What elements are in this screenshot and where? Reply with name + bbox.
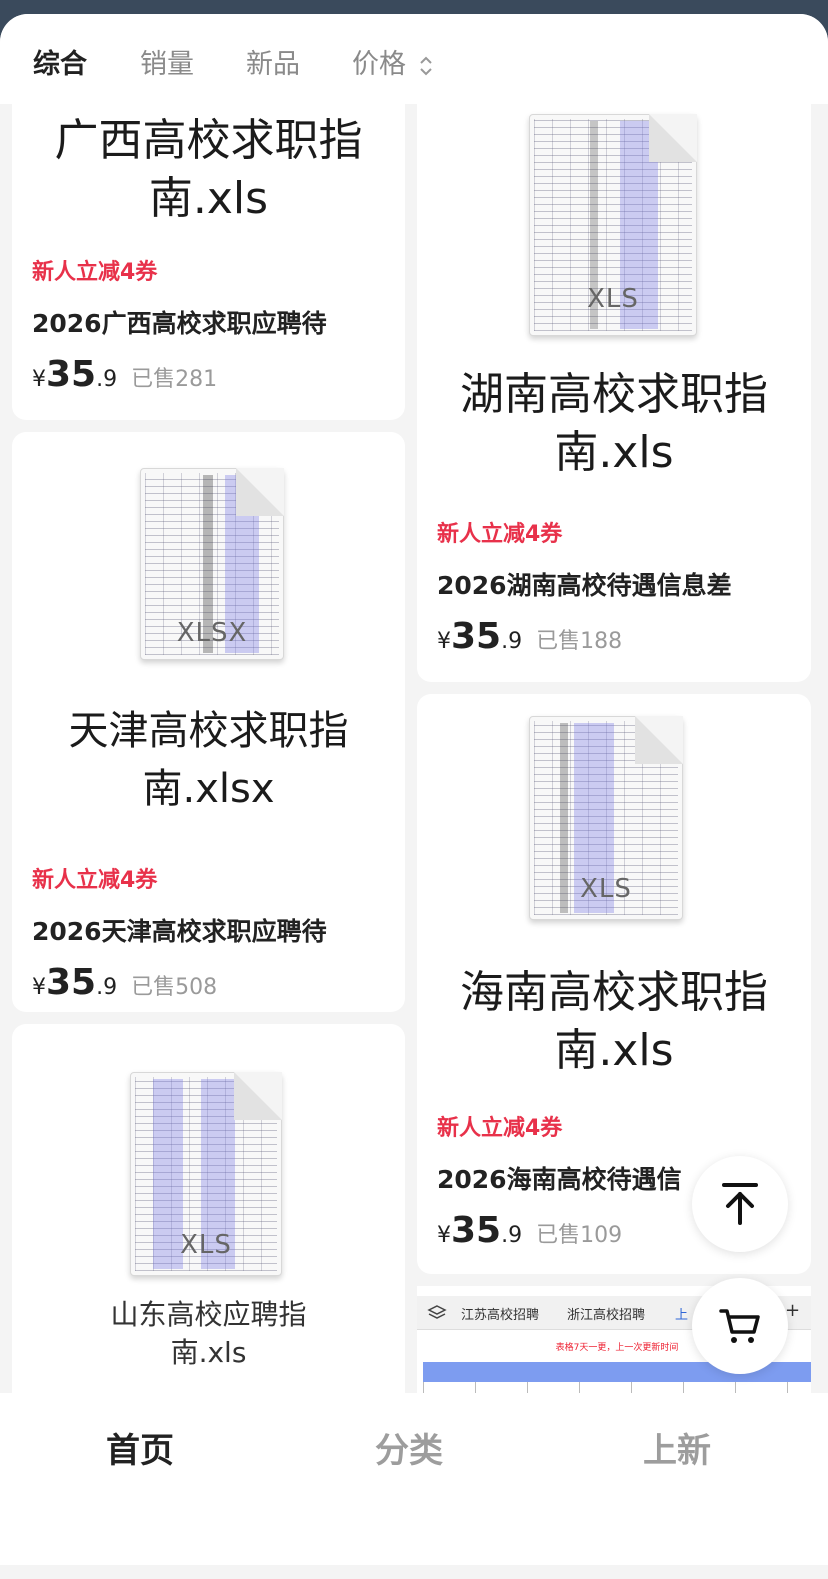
image-title-line2: 南.xls bbox=[554, 427, 674, 478]
sort-comprehensive[interactable]: 综合 bbox=[33, 42, 87, 81]
xls-file-thumbnail: XLS bbox=[130, 1072, 282, 1276]
price-decimal: .9 bbox=[96, 975, 118, 1000]
sort-price-label: 价格 bbox=[352, 49, 406, 80]
sort-price[interactable]: 价格 bbox=[352, 42, 433, 81]
cart-button[interactable] bbox=[692, 1278, 788, 1374]
price-row: ¥35.9 已售109 bbox=[437, 1210, 622, 1251]
sold-count: 已售188 bbox=[536, 629, 623, 654]
back-to-top-button[interactable] bbox=[692, 1156, 788, 1252]
sold-count: 已售109 bbox=[536, 1223, 623, 1248]
price-row: ¥35.9 已售188 bbox=[437, 616, 622, 657]
product-image-title: 山东高校应聘指 南.xls bbox=[12, 1296, 405, 1372]
nav-home[interactable]: 首页 bbox=[106, 1423, 174, 1472]
product-name: 2026湖南高校待遇信息差 bbox=[437, 571, 732, 600]
price-integer: 35 bbox=[46, 354, 97, 395]
price-integer: 35 bbox=[451, 1210, 502, 1251]
price-row: ¥35.9 已售508 bbox=[32, 962, 217, 1003]
layers-icon bbox=[427, 1305, 447, 1319]
cart-icon bbox=[719, 1309, 760, 1343]
coupon-badge: 新人立减4券 bbox=[437, 1116, 563, 1141]
image-title-line1: 海南高校求职指 bbox=[460, 967, 768, 1018]
nav-new[interactable]: 上新 bbox=[643, 1423, 711, 1472]
product-image-title: 海南高校求职指 南.xls bbox=[417, 964, 811, 1080]
product-name: 2026广西高校求职应聘待 bbox=[32, 309, 327, 338]
product-image-title: 湖南高校求职指 南.xls bbox=[417, 366, 811, 482]
file-ext-label: XLS bbox=[580, 874, 632, 904]
product-card[interactable]: XLS 湖南高校求职指 南.xls 新人立减4券 2026湖南高校待遇信息差 ¥… bbox=[417, 84, 811, 682]
product-name: 2026天津高校求职应聘待 bbox=[32, 917, 327, 946]
coupon-badge: 新人立减4券 bbox=[437, 522, 563, 547]
product-image-title: 天津高校求职指 南.xlsx bbox=[12, 702, 405, 818]
price-decimal: .9 bbox=[501, 1223, 523, 1248]
price-currency: ¥ bbox=[32, 367, 46, 392]
sheet-tab[interactable]: 浙江高校招聘 bbox=[567, 1304, 645, 1323]
image-title-line2: 南.xls bbox=[170, 1336, 247, 1369]
image-title-line1: 山东高校应聘指 bbox=[110, 1298, 307, 1331]
sort-bar: 综合 销量 新品 价格 bbox=[0, 14, 828, 104]
sold-count: 已售508 bbox=[131, 975, 218, 1000]
coupon-badge: 新人立减4券 bbox=[32, 868, 158, 893]
price-decimal: .9 bbox=[501, 629, 523, 654]
price-currency: ¥ bbox=[437, 629, 451, 654]
image-title-line2: 南.xlsx bbox=[142, 766, 275, 812]
arrow-up-to-top-icon bbox=[722, 1183, 758, 1225]
sheet-tab[interactable]: 上 bbox=[675, 1304, 688, 1323]
sort-new[interactable]: 新品 bbox=[246, 42, 300, 81]
bottom-nav: 首页 分类 上新 bbox=[0, 1393, 828, 1565]
image-title-line1: 湖南高校求职指 bbox=[460, 369, 768, 420]
image-title-line1: 天津高校求职指 bbox=[68, 708, 349, 754]
coupon-badge: 新人立减4券 bbox=[32, 260, 158, 285]
product-card[interactable]: 广西高校求职指 南.xls 新人立减4券 2026广西高校求职应聘待 ¥35.9… bbox=[12, 84, 405, 420]
product-card[interactable]: XLS 山东高校应聘指 南.xls bbox=[12, 1024, 405, 1424]
nav-category[interactable]: 分类 bbox=[375, 1423, 443, 1472]
file-ext-label: XLS bbox=[587, 284, 639, 314]
image-title-line2: 南.xls bbox=[148, 173, 269, 224]
image-title-line1: 广西高校求职指 bbox=[54, 115, 363, 166]
product-name: 2026海南高校待遇信 bbox=[437, 1165, 682, 1194]
xlsx-file-thumbnail: XLSX bbox=[140, 468, 284, 660]
product-card[interactable]: XLSX 天津高校求职指 南.xlsx 新人立减4券 2026天津高校求职应聘待… bbox=[12, 432, 405, 1012]
xls-file-thumbnail: XLS bbox=[529, 114, 697, 336]
file-ext-label: XLS bbox=[180, 1230, 232, 1260]
sort-order-icon bbox=[419, 56, 432, 75]
price-row: ¥35.9 已售281 bbox=[32, 354, 217, 395]
price-integer: 35 bbox=[46, 962, 97, 1003]
xls-file-thumbnail: XLS bbox=[529, 716, 683, 920]
file-ext-label: XLSX bbox=[176, 618, 248, 648]
image-title-line2: 南.xls bbox=[554, 1025, 674, 1076]
sold-count: 已售281 bbox=[131, 367, 218, 392]
sheet-tab[interactable]: 江苏高校招聘 bbox=[461, 1304, 539, 1323]
sort-sales[interactable]: 销量 bbox=[140, 42, 194, 81]
price-currency: ¥ bbox=[32, 975, 46, 1000]
price-integer: 35 bbox=[451, 616, 502, 657]
price-decimal: .9 bbox=[96, 367, 118, 392]
product-image-title: 广西高校求职指 南.xls bbox=[12, 112, 405, 228]
price-currency: ¥ bbox=[437, 1223, 451, 1248]
